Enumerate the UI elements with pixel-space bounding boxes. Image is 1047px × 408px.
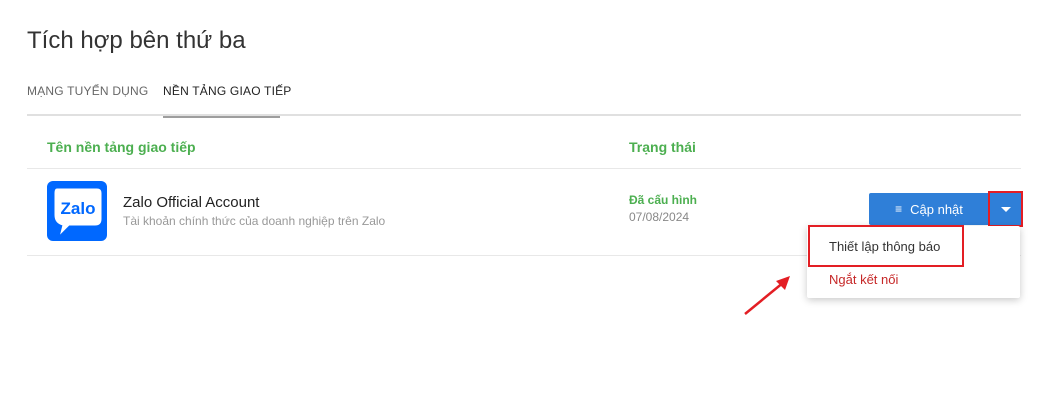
tab-label: NỀN TẢNG GIAO TIẾP	[163, 84, 292, 98]
tab-recruitment-network[interactable]: MẠNG TUYỂN DỤNG	[27, 84, 148, 116]
logo-text: Zalo	[61, 199, 96, 218]
tab-communication-platform[interactable]: NỀN TẢNG GIAO TIẾP	[163, 84, 292, 118]
annotation-arrow-icon	[744, 276, 790, 315]
menu-item-disconnect[interactable]: Ngắt kết nối	[829, 272, 898, 287]
platform-name: Zalo Official Account	[123, 194, 260, 211]
platform-description: Tài khoản chính thức của doanh nghiệp tr…	[123, 214, 386, 228]
page-title: Tích hợp bên thứ ba	[27, 27, 246, 54]
status-date: 07/08/2024	[629, 210, 690, 224]
menu-icon: ≡	[895, 202, 903, 216]
table-header: Tên nền tảng giao tiếp Trạng thái	[27, 117, 1021, 169]
status-badge: Đã cấu hình	[629, 193, 698, 207]
tab-bar: MẠNG TUYỂN DỤNG NỀN TẢNG GIAO TIẾP	[27, 84, 1021, 118]
column-header-name: Tên nền tảng giao tiếp	[47, 139, 196, 155]
zalo-logo-icon: Zalo	[47, 181, 107, 241]
caret-highlight-box	[988, 191, 1023, 227]
update-button[interactable]: ≡ Cập nhật	[869, 193, 989, 225]
update-button-label: Cập nhật	[910, 201, 963, 217]
column-header-status: Trạng thái	[629, 139, 696, 155]
menu-item-highlight-box	[808, 225, 964, 267]
